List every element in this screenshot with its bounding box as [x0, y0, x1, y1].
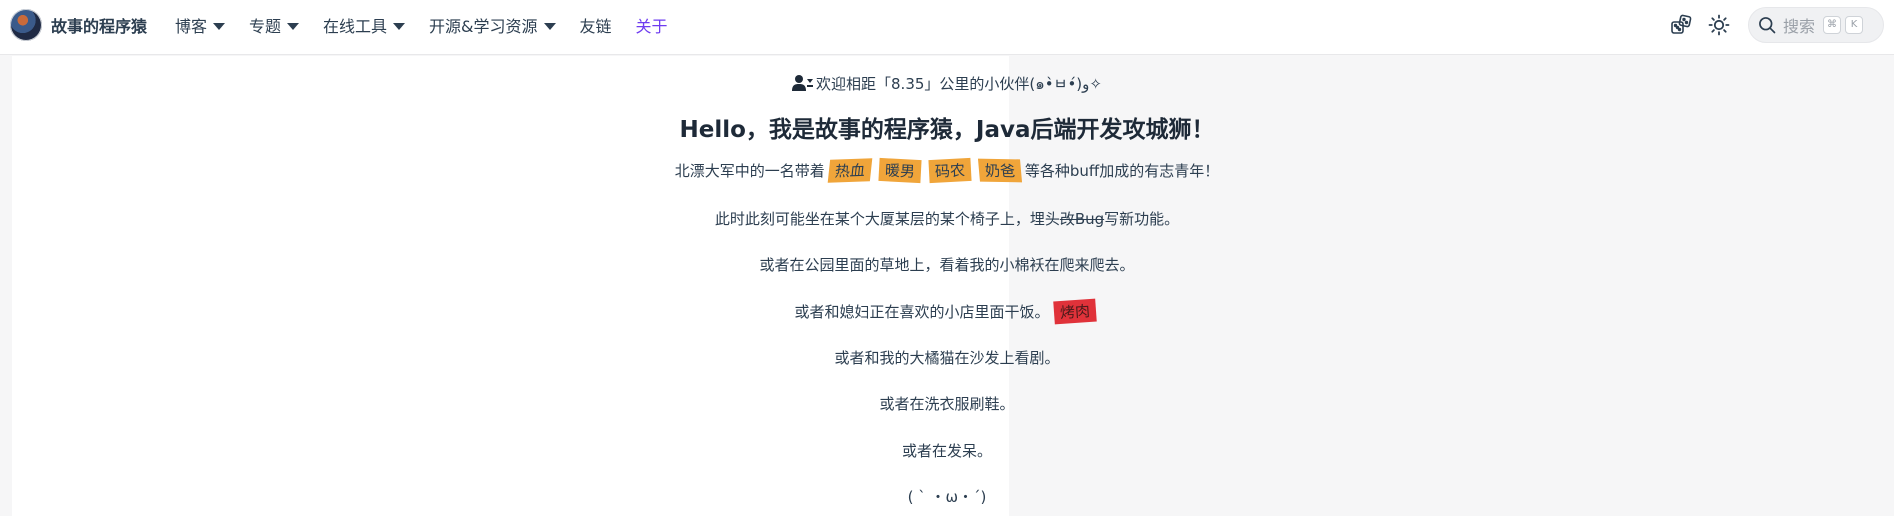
tag-rexue: 热血	[827, 158, 873, 183]
line4-prefix: 或者和媳妇正在喜欢的小店里面干饭。	[794, 303, 1050, 321]
welcome-prefix: 欢迎相距「	[816, 75, 892, 93]
nav-open-source[interactable]: 开源&学习资源	[429, 13, 556, 37]
welcome-line: 欢迎相距「8.35」公里的小伙伴(๑•̀ㅂ•́)و✧	[0, 72, 1894, 96]
welcome-suffix: 」公里的小伙伴(๑•̀ㅂ•́)و✧	[924, 75, 1102, 93]
user-icon	[792, 74, 814, 96]
line-dinner: 或者和媳妇正在喜欢的小店里面干饭。 烤肉	[0, 298, 1894, 325]
site-name[interactable]: 故事的程序猿	[51, 13, 147, 37]
header-tools: 搜索 ⌘ K	[1664, 0, 1894, 50]
line2-prefix: 此时此刻可能坐在某个大厦某层的某个椅子上，埋头	[714, 210, 1060, 228]
welcome-distance: 8.35	[891, 75, 925, 93]
theme-toggle-button[interactable]	[1702, 8, 1736, 42]
dice-icon	[1671, 14, 1692, 34]
line-working: 此时此刻可能坐在某个大厦某层的某个椅子上，埋头改Bug写新功能。	[0, 208, 1894, 229]
chevron-down-icon	[543, 22, 556, 30]
nav-friend-links-label: 友链	[579, 17, 612, 36]
intro-line: 北漂大军中的一名带着 热血 暖男 码农 奶爸 等各种buff加成的有志青年！	[0, 157, 1894, 184]
tag-naiba: 奶爸	[977, 158, 1022, 183]
avatar[interactable]	[10, 9, 42, 41]
nav-friend-links[interactable]: 友链	[580, 13, 612, 37]
random-post-button[interactable]	[1664, 8, 1698, 42]
intro-prefix: 北漂大军中的一名带着	[674, 162, 825, 180]
nav-online-tools[interactable]: 在线工具	[323, 13, 406, 37]
chevron-down-icon	[393, 22, 406, 30]
line-laundry: 或者在洗衣服刷鞋。	[879, 395, 1015, 413]
line2-suffix: 写新功能。	[1104, 210, 1180, 228]
shortcut-key-k: K	[1845, 16, 1864, 34]
main-nav: 博客 专题 在线工具 开源&学习资源 友链 关于	[175, 0, 692, 50]
tag-manong: 码农	[928, 157, 972, 184]
chevron-down-icon	[213, 22, 226, 30]
nav-topics-label: 专题	[249, 17, 282, 36]
chevron-down-icon	[287, 22, 300, 30]
intro-suffix: 等各种buff加成的有志青年！	[1024, 162, 1220, 180]
search-button[interactable]: 搜索 ⌘ K	[1748, 7, 1884, 43]
nav-topics[interactable]: 专题	[249, 13, 300, 37]
top-navbar: 故事的程序猿 博客 专题 在线工具 开源&学习资源 友链 关于 搜索 ⌘ K	[0, 0, 1894, 55]
nav-blog-label: 博客	[175, 17, 208, 36]
line-cat: 或者和我的大橘猫在沙发上看剧。	[834, 349, 1060, 367]
nav-about-label: 关于	[635, 17, 668, 36]
search-icon	[1759, 17, 1776, 34]
sun-icon	[1708, 14, 1730, 36]
shortcut-key-cmd: ⌘	[1823, 16, 1842, 34]
line-daze: 或者在发呆。	[901, 442, 992, 460]
tag-nuannan: 暖男	[878, 157, 922, 184]
tag-kaorou: 烤肉	[1052, 298, 1097, 325]
site-brand[interactable]: 故事的程序猿	[10, 9, 147, 41]
nav-blog[interactable]: 博客	[175, 13, 226, 37]
line-park: 或者在公园里面的草地上，看着我的小棉袄在爬来爬去。	[759, 256, 1135, 274]
nav-about[interactable]: 关于	[636, 13, 668, 37]
nav-online-tools-label: 在线工具	[323, 17, 388, 36]
line-emoticon: ( ` ・ω・´)	[907, 488, 987, 506]
page-title: Hello，我是故事的程序猿，Java后端开发攻城狮！	[679, 117, 1215, 143]
line2-strike: 改Bug	[1059, 210, 1105, 228]
nav-open-source-label: 开源&学习资源	[429, 17, 538, 36]
search-placeholder: 搜索	[1783, 17, 1816, 36]
